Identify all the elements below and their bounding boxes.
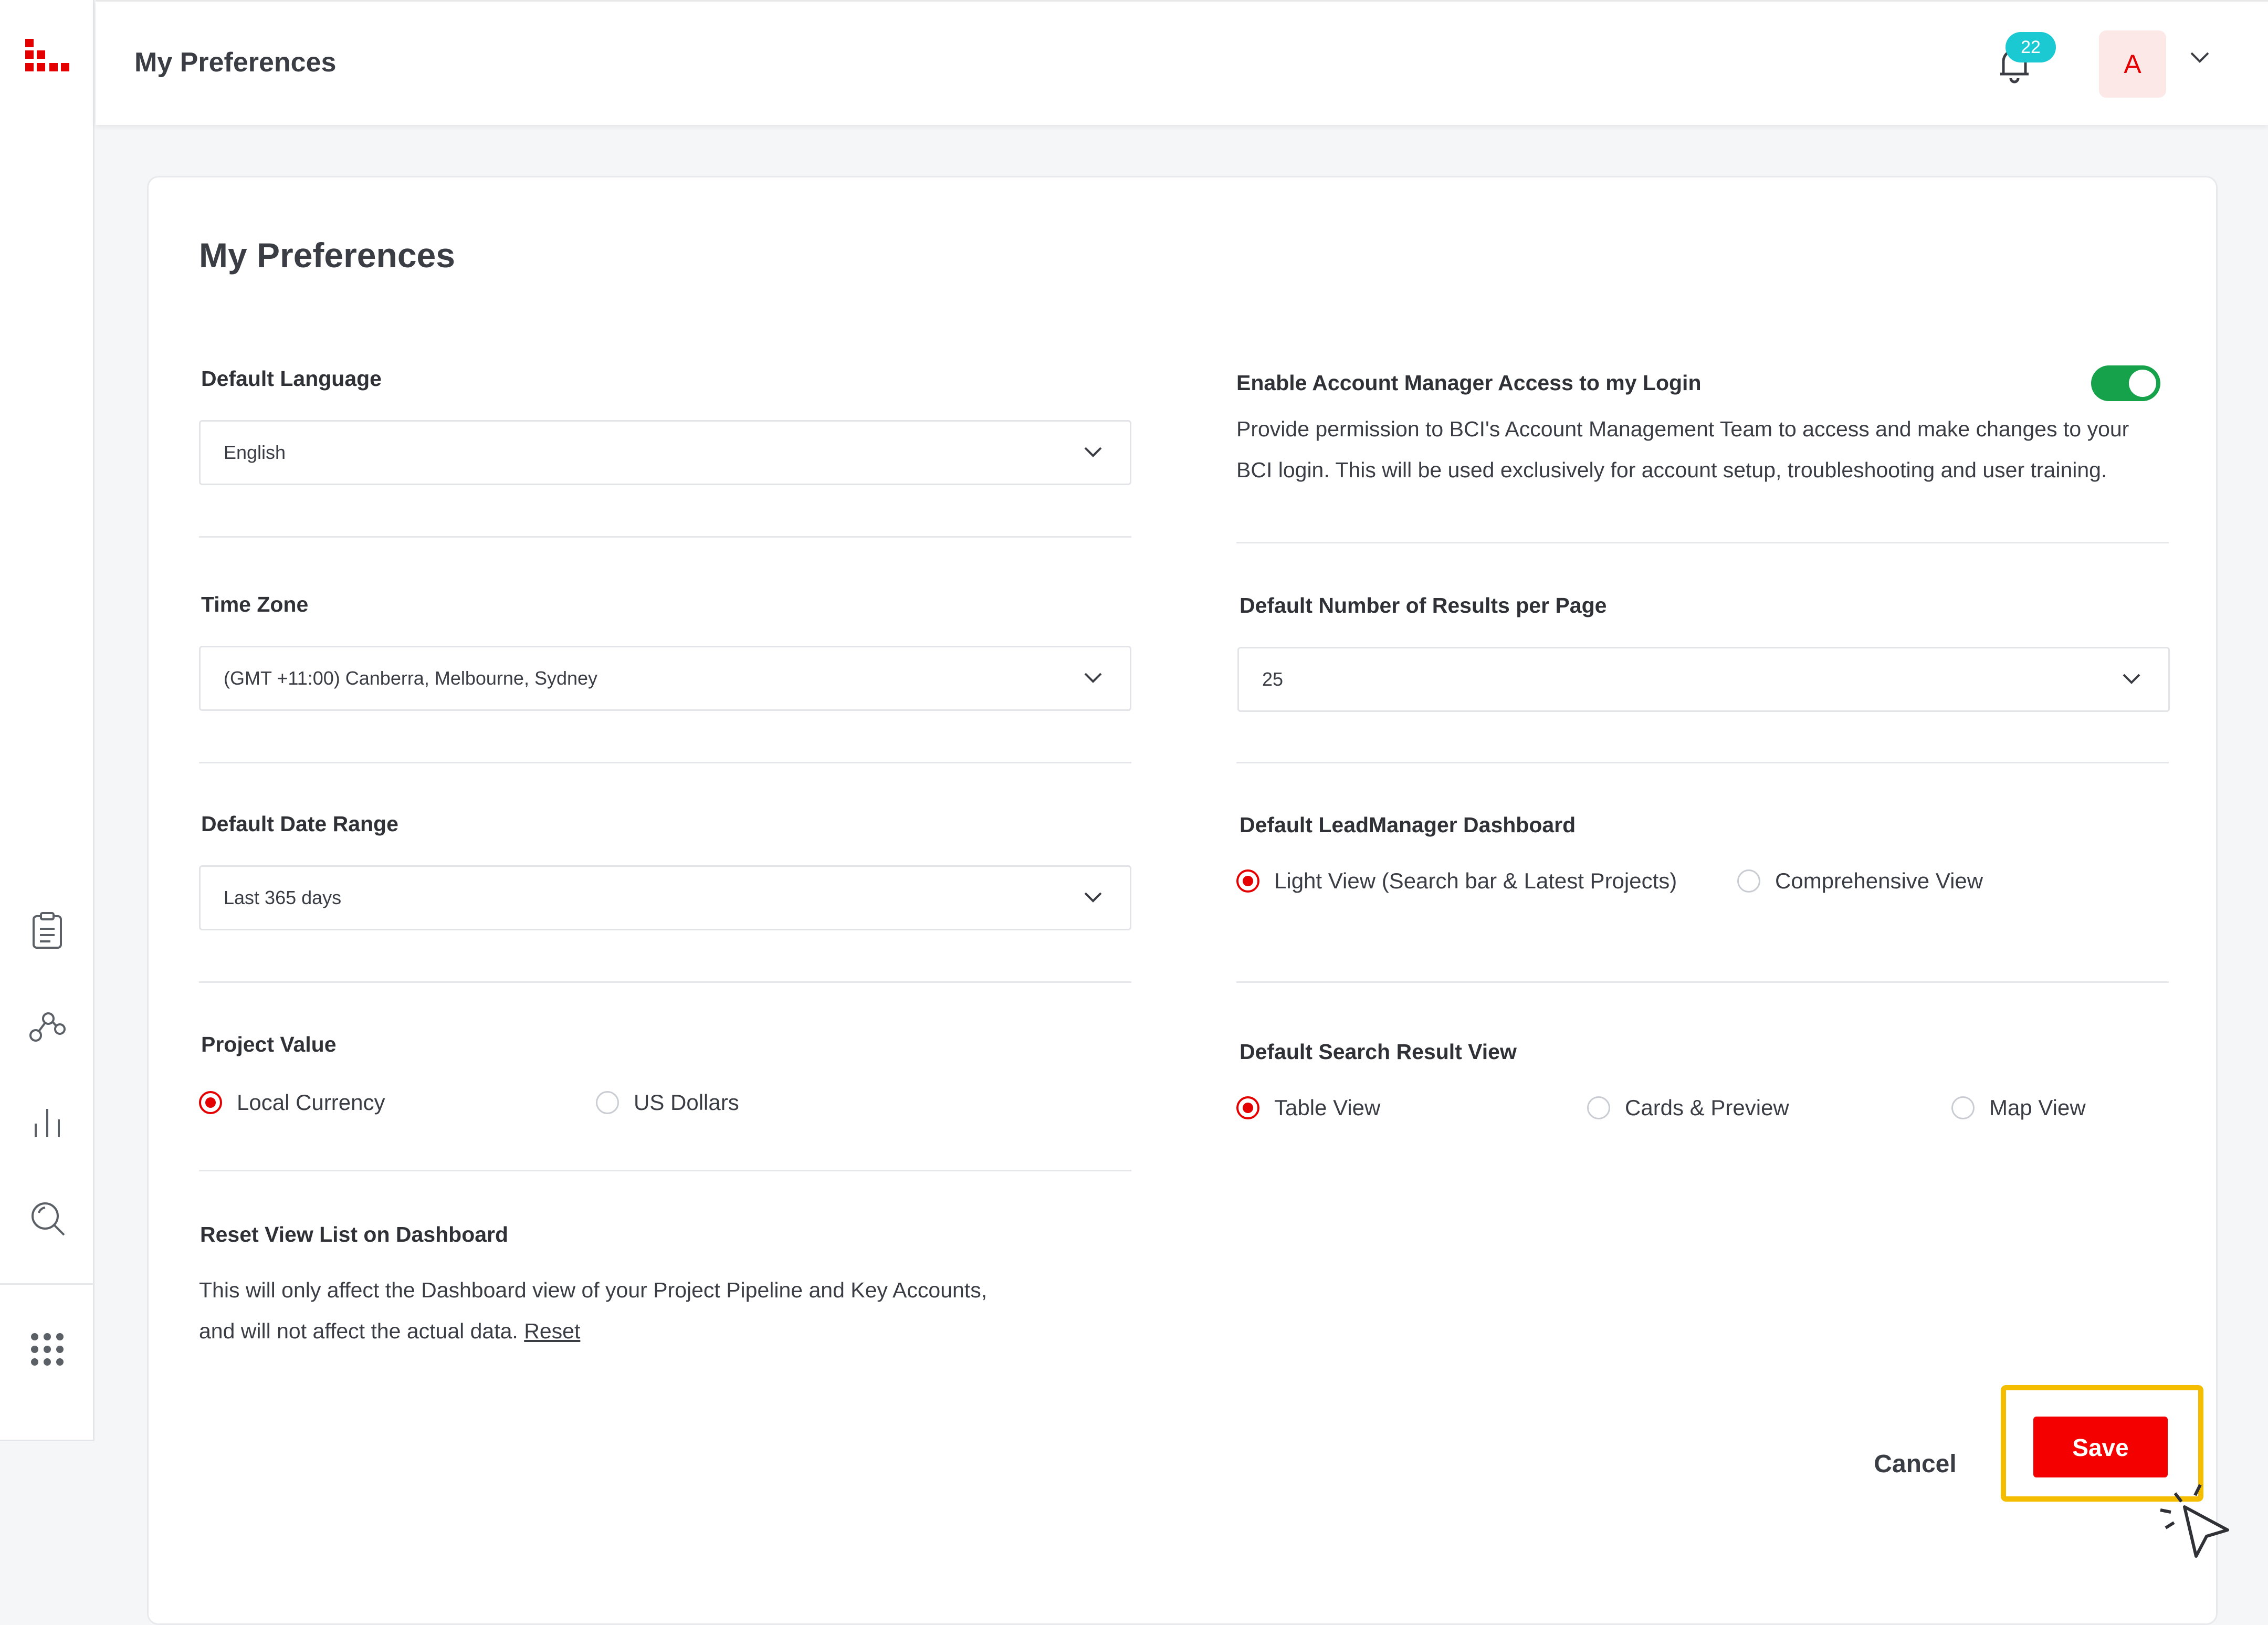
cursor-pointer-icon	[2160, 1484, 2229, 1558]
save-button[interactable]: Save	[2033, 1417, 2168, 1477]
sidebar	[0, 0, 94, 1441]
search-result-view-label: Default Search Result View	[1240, 1040, 1517, 1064]
divider	[1236, 542, 2169, 543]
reset-view-label: Reset View List on Dashboard	[200, 1222, 509, 1246]
top-bar: My Preferences 22 A	[96, 0, 2268, 125]
account-manager-text-line-1: Provide permission to BCI's Account Mana…	[1236, 417, 2129, 441]
time-zone-label: Time Zone	[201, 592, 309, 616]
account-manager-access-toggle[interactable]	[2091, 365, 2160, 401]
divider	[1236, 762, 2169, 763]
account-manager-access-label: Enable Account Manager Access to my Logi…	[1236, 371, 1702, 395]
reset-view-text: and will not affect the actual data.	[199, 1319, 518, 1343]
results-per-page-label: Default Number of Results per Page	[1240, 593, 1607, 617]
page-title: My Preferences	[199, 236, 455, 275]
radio-label: Table View	[1274, 1095, 1381, 1120]
leadmanager-dashboard-label: Default LeadManager Dashboard	[1240, 813, 1576, 837]
default-date-range-select[interactable]: Last 365 days	[199, 865, 1131, 930]
search-icon[interactable]	[27, 1198, 67, 1238]
reset-link[interactable]: Reset	[524, 1319, 580, 1343]
radio-unselected[interactable]	[1737, 869, 1760, 893]
radio-unselected[interactable]	[596, 1091, 619, 1114]
sidebar-divider	[0, 1283, 94, 1285]
chevron-down-icon	[2123, 674, 2140, 684]
chevron-down-icon	[1084, 447, 1102, 457]
bar-chart-icon[interactable]	[27, 1103, 67, 1142]
default-date-range-label: Default Date Range	[201, 812, 398, 836]
cancel-button[interactable]: Cancel	[1865, 1435, 1965, 1493]
apps-grid-icon[interactable]	[27, 1329, 67, 1369]
time-zone-select[interactable]: (GMT +11:00) Canberra, Melbourne, Sydney	[199, 646, 1131, 711]
results-per-page-select[interactable]: 25	[1237, 647, 2170, 712]
results-per-page-value: 25	[1262, 668, 1284, 690]
radio-unselected[interactable]	[1951, 1096, 1975, 1119]
radio-label: Local Currency	[237, 1090, 385, 1115]
default-language-label: Default Language	[201, 366, 382, 391]
radio-label: Light View (Search bar & Latest Projects…	[1274, 868, 1677, 893]
header-title: My Preferences	[134, 47, 337, 78]
divider	[199, 1170, 1131, 1171]
radio-label: Cards & Preview	[1625, 1095, 1789, 1120]
divider	[199, 536, 1131, 538]
chevron-down-icon	[1084, 673, 1102, 683]
default-language-value: English	[224, 442, 286, 463]
radio-label: US Dollars	[634, 1090, 739, 1115]
logo-icon[interactable]	[23, 37, 71, 85]
chevron-down-icon[interactable]	[2189, 51, 2210, 65]
radio-selected[interactable]	[1236, 869, 1259, 893]
network-icon[interactable]	[27, 1007, 67, 1047]
radio-selected[interactable]	[1236, 1096, 1259, 1119]
account-manager-text-line-2: BCI login. This will be used exclusively…	[1236, 458, 2107, 482]
divider	[199, 981, 1131, 983]
divider	[199, 762, 1131, 763]
clipboard-icon[interactable]	[27, 911, 67, 951]
chevron-down-icon	[1084, 892, 1102, 903]
notification-badge[interactable]: 22	[2006, 32, 2056, 62]
reset-view-text-line-2: and will not affect the actual data. Res…	[199, 1311, 987, 1351]
toggle-knob	[2129, 370, 2156, 397]
reset-view-description: This will only affect the Dashboard view…	[199, 1270, 987, 1351]
avatar[interactable]: A	[2099, 30, 2166, 98]
radio-label: Map View	[1989, 1095, 2086, 1120]
divider	[1236, 981, 2169, 983]
radio-label: Comprehensive View	[1775, 868, 1983, 893]
preferences-card: My Preferences Default Language English …	[147, 176, 2229, 1625]
reset-view-text-line-1: This will only affect the Dashboard view…	[199, 1278, 988, 1302]
radio-selected[interactable]	[199, 1091, 222, 1114]
account-manager-access-description: Provide permission to BCI's Account Mana…	[1236, 408, 2129, 490]
default-language-select[interactable]: English	[199, 420, 1131, 485]
project-value-label: Project Value	[201, 1032, 337, 1056]
time-zone-value: (GMT +11:00) Canberra, Melbourne, Sydney	[224, 667, 598, 689]
default-date-range-value: Last 365 days	[224, 887, 342, 908]
radio-unselected[interactable]	[1587, 1096, 1610, 1119]
